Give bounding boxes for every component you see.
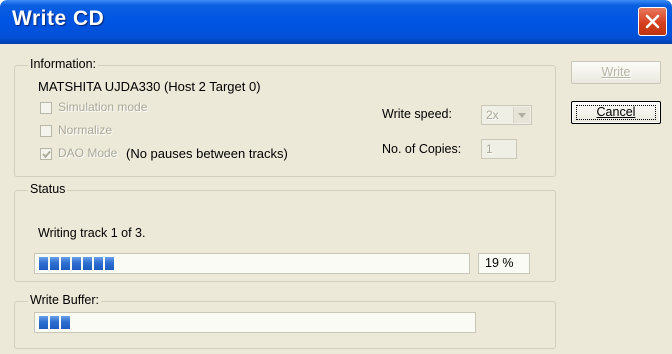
progress-block <box>39 257 48 270</box>
write-buffer-bar <box>34 312 476 333</box>
checkmark-icon <box>42 150 51 159</box>
dialog-body: Information: MATSHITA UJDA330 (Host 2 Ta… <box>4 44 668 354</box>
progress-percent: 19 % <box>478 253 530 274</box>
progress-block <box>72 257 81 270</box>
write-speed-select[interactable]: 2x <box>481 105 532 125</box>
write-speed-value: 2x <box>486 108 499 122</box>
status-group-label: Status <box>28 182 68 196</box>
dao-mode-checkbox[interactable] <box>40 148 52 160</box>
progress-block <box>61 316 70 329</box>
simulation-mode-checkbox[interactable] <box>40 102 52 114</box>
write-button[interactable]: Write <box>571 61 661 84</box>
chevron-down-icon <box>518 113 526 118</box>
information-group-label: Information: <box>28 57 99 71</box>
progress-block <box>83 257 92 270</box>
progress-block <box>94 257 103 270</box>
title-bar[interactable]: Write CD <box>0 0 672 44</box>
cancel-button[interactable]: Cancel <box>571 101 661 124</box>
simulation-mode-label: Simulation mode <box>58 100 148 114</box>
write-cd-dialog: Write CD Information: MATSHITA UJDA330 (… <box>0 0 672 354</box>
copies-value: 1 <box>486 142 493 156</box>
status-message: Writing track 1 of 3. <box>38 226 146 240</box>
progress-block <box>50 257 59 270</box>
drive-name: MATSHITA UJDA330 (Host 2 Target 0) <box>38 79 261 94</box>
dao-mode-label: DAO Mode <box>58 146 118 160</box>
write-button-label: Write <box>601 65 631 79</box>
copies-input[interactable]: 1 <box>481 139 517 159</box>
write-buffer-group-label: Write Buffer: <box>28 293 102 307</box>
window-title: Write CD <box>12 7 105 30</box>
normalize-checkbox[interactable] <box>40 125 52 137</box>
status-progress-bar <box>34 253 470 274</box>
close-icon <box>645 14 660 29</box>
write-speed-label: Write speed: <box>382 107 452 121</box>
copies-label: No. of Copies: <box>382 142 462 156</box>
progress-block <box>50 316 59 329</box>
dao-mode-note: (No pauses between tracks) <box>126 146 288 161</box>
close-button[interactable] <box>638 7 667 36</box>
normalize-label: Normalize <box>58 123 113 137</box>
progress-block <box>61 257 70 270</box>
status-progress-fill <box>39 257 120 270</box>
cancel-button-label: Cancel <box>596 105 636 119</box>
write-buffer-fill <box>39 316 82 329</box>
write-speed-dropdown-arrow[interactable] <box>513 107 530 123</box>
progress-block <box>105 257 114 270</box>
progress-block <box>39 316 48 329</box>
